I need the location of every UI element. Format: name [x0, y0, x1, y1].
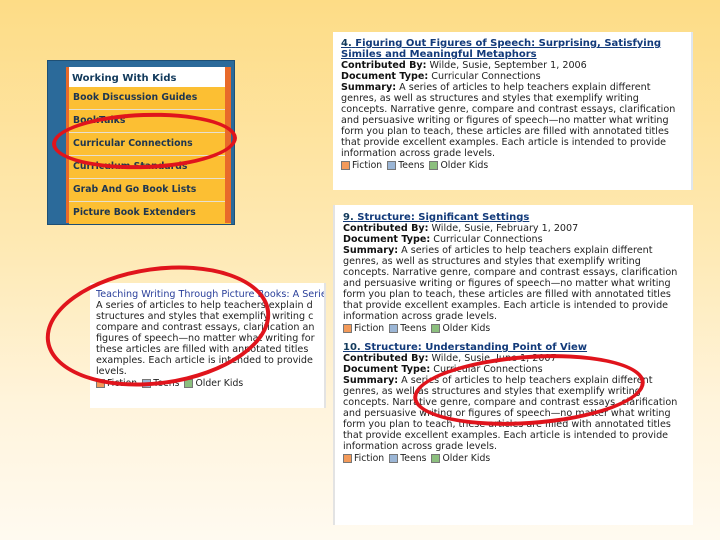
fiction-icon	[341, 161, 350, 170]
article-title-link[interactable]: 9. Structure: Significant Settings	[343, 212, 687, 223]
contributed-by-label: Contributed By:	[343, 223, 429, 234]
teens-icon	[389, 324, 399, 333]
contributor: Wilde, Susie, September 1, 2006	[429, 60, 587, 71]
older-kids-icon	[431, 454, 441, 463]
menu-inner: Working With Kids Book Discussion Guides…	[66, 67, 231, 224]
article-title[interactable]: Figuring Out Figures of Speech: Surprisi…	[341, 38, 661, 60]
article-number: 10.	[343, 342, 361, 353]
article-number: 4.	[341, 38, 352, 49]
summary: A series of articles to help teachers ex…	[343, 245, 678, 322]
summary: A series of articles to help teachers ex…	[96, 300, 315, 377]
tag-teens[interactable]: Teens	[142, 378, 179, 389]
article-card-9-10: 9. Structure: Significant Settings Contr…	[333, 205, 693, 525]
document-type-label: Document Type:	[343, 234, 431, 245]
menu-list: Book Discussion Guides BookTalks Curricu…	[69, 87, 231, 224]
tag-list: Fiction Teens Older Kids	[343, 453, 687, 464]
menu-stripe	[225, 67, 231, 223]
fiction-icon	[343, 454, 352, 463]
tag-teens[interactable]: Teens	[387, 160, 424, 171]
contributed-by-label: Contributed By:	[343, 353, 429, 364]
tag-list: Fiction Teens Older Kids	[343, 323, 687, 334]
older-kids-icon	[431, 324, 441, 333]
article-title[interactable]: Teaching Writing Through Picture Books: …	[96, 289, 324, 300]
teens-icon	[389, 454, 399, 463]
fiction-icon	[96, 379, 105, 388]
contributor: Wilde, Susie, June 1, 2007	[431, 353, 557, 364]
tag-fiction[interactable]: Fiction	[343, 323, 384, 334]
menu-item-picture-book-extenders[interactable]: Picture Book Extenders	[69, 202, 231, 224]
tag-older-kids[interactable]: Older Kids	[184, 378, 243, 389]
contributor: Wilde, Susie, February 1, 2007	[431, 223, 579, 234]
tag-list: Fiction Teens Older Kids	[96, 378, 324, 389]
tag-fiction[interactable]: Fiction	[341, 160, 382, 171]
summary: A series of articles to help teachers ex…	[343, 375, 678, 452]
tag-list: Fiction Teens Older Kids	[341, 160, 685, 171]
menu-item-curricular-connections[interactable]: Curricular Connections	[69, 133, 231, 156]
document-type: Curricular Connections	[433, 364, 543, 375]
summary: A series of articles to help teachers ex…	[341, 82, 676, 159]
menu-item-curriculum-standards[interactable]: Curriculum Standards	[69, 156, 231, 179]
tag-older-kids[interactable]: Older Kids	[431, 323, 490, 334]
article-title[interactable]: Structure: Significant Settings	[357, 212, 529, 223]
contributed-by-label: Contributed By:	[341, 60, 427, 71]
menu-title: Working With Kids	[72, 73, 177, 84]
summary-label: Summary:	[343, 245, 399, 256]
teens-icon	[142, 379, 152, 388]
menu-item-grab-and-go-book-lists[interactable]: Grab And Go Book Lists	[69, 179, 231, 202]
tag-teens[interactable]: Teens	[389, 323, 426, 334]
older-kids-icon	[429, 161, 439, 170]
fiction-icon	[343, 324, 352, 333]
article-number: 9.	[343, 212, 354, 223]
tag-older-kids[interactable]: Older Kids	[431, 453, 490, 464]
older-kids-icon	[184, 379, 194, 388]
menu-item-booktalks[interactable]: BookTalks	[69, 110, 231, 133]
menu-item-book-discussion-guides[interactable]: Book Discussion Guides	[69, 87, 231, 110]
tag-older-kids[interactable]: Older Kids	[429, 160, 488, 171]
tag-fiction[interactable]: Fiction	[96, 378, 137, 389]
document-type: Curricular Connections	[431, 71, 541, 82]
tag-fiction[interactable]: Fiction	[343, 453, 384, 464]
tag-teens[interactable]: Teens	[389, 453, 426, 464]
document-type: Curricular Connections	[433, 234, 543, 245]
document-type-label: Document Type:	[341, 71, 429, 82]
working-with-kids-menu: Working With Kids Book Discussion Guides…	[47, 60, 235, 225]
article-card-teaching-writing: Teaching Writing Through Picture Books: …	[90, 283, 326, 408]
summary-label: Summary:	[343, 375, 399, 386]
article-title-link[interactable]: 4. Figuring Out Figures of Speech: Surpr…	[341, 38, 685, 60]
document-type-label: Document Type:	[343, 364, 431, 375]
teens-icon	[387, 161, 397, 170]
summary-label: Summary:	[341, 82, 397, 93]
article-title-link[interactable]: 10. Structure: Understanding Point of Vi…	[343, 342, 687, 353]
article-title[interactable]: Structure: Understanding Point of View	[364, 342, 587, 353]
article-card-4: 4. Figuring Out Figures of Speech: Surpr…	[333, 32, 693, 190]
